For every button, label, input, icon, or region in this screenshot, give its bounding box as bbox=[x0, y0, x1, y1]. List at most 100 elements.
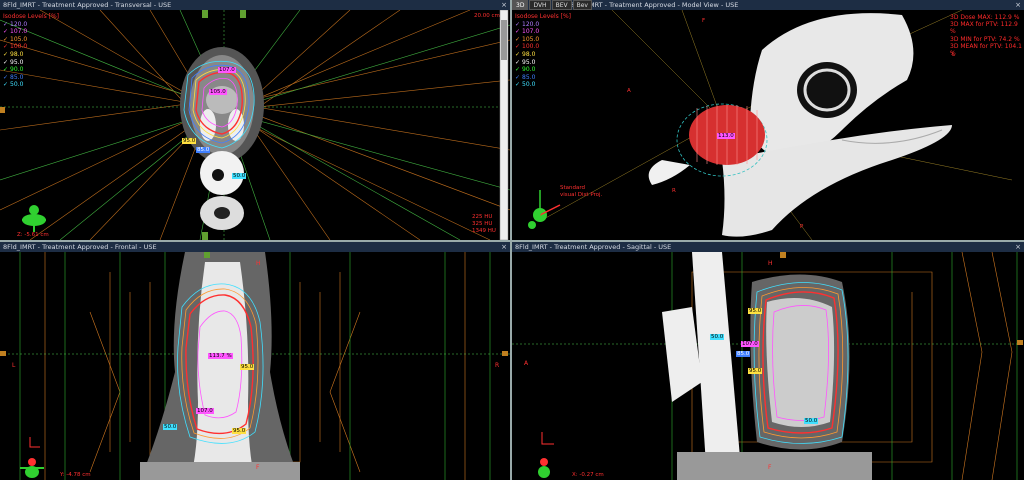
checkbox-icon[interactable]: ✓ bbox=[515, 21, 520, 29]
dose-statistics: 3D Dose MAX: 112.9 % 3D MAX for PTV: 112… bbox=[950, 14, 1024, 57]
side-label-r: R bbox=[672, 188, 676, 194]
sagittal-image[interactable] bbox=[512, 252, 1024, 480]
isodose-level-105.0[interactable]: ✓ 105.0 bbox=[515, 36, 571, 44]
viewport-model-view[interactable]: 8Fld_IMRT - Treatment Approved - Model V… bbox=[512, 0, 1024, 240]
isodose-value: 50.0 bbox=[10, 81, 24, 89]
tab-dvh[interactable]: DVH bbox=[529, 0, 551, 10]
contour-label: 107.0 bbox=[741, 341, 759, 347]
close-icon[interactable]: × bbox=[501, 0, 507, 10]
isodose-value: 100.0 bbox=[10, 43, 28, 51]
hu-value: 225 HU bbox=[472, 214, 493, 220]
isodose-value: 50.0 bbox=[522, 81, 536, 89]
tab-3d[interactable]: 3D bbox=[512, 0, 529, 10]
isodose-level-107.0[interactable]: ✓ 107.0 bbox=[515, 28, 571, 36]
isodose-level-100.0[interactable]: ✓ 100.0 bbox=[515, 43, 571, 51]
side-label-left: L bbox=[12, 362, 16, 369]
checkbox-icon[interactable]: ✓ bbox=[515, 74, 520, 82]
isodose-level-85.0[interactable]: ✓ 85.0 bbox=[3, 74, 59, 82]
contour-label: 107.0 bbox=[218, 67, 236, 73]
checkbox-icon[interactable]: ✓ bbox=[3, 51, 8, 59]
legend-header: Isodose Levels [%] bbox=[515, 13, 572, 20]
side-label-top: H bbox=[768, 260, 773, 267]
isodose-level-85.0[interactable]: ✓ 85.0 bbox=[515, 74, 571, 82]
checkbox-icon[interactable]: ✓ bbox=[515, 81, 520, 89]
side-label-right: R bbox=[495, 362, 500, 369]
isodose-value: 95.0 bbox=[522, 58, 536, 66]
checkbox-icon[interactable]: ✓ bbox=[3, 66, 8, 74]
ptv-max: 3D MAX for PTV: 112.9 % bbox=[950, 21, 1018, 36]
checkbox-icon[interactable]: ✓ bbox=[515, 43, 520, 51]
contour-label: 105.0 bbox=[209, 89, 227, 95]
transversal-image[interactable] bbox=[0, 10, 510, 240]
title-text: 8Fld_IMRT - Treatment Approved - Model V… bbox=[570, 1, 739, 9]
contour-label: 95.0 bbox=[232, 428, 247, 434]
viewport-sagittal[interactable]: 8Fld_IMRT - Treatment Approved - Sagitta… bbox=[512, 242, 1024, 480]
checkbox-icon[interactable]: ✓ bbox=[515, 59, 520, 67]
isodose-value: 85.0 bbox=[522, 73, 536, 81]
isodose-level-120.0[interactable]: ✓ 120.0 bbox=[515, 21, 571, 29]
isodose-value: 105.0 bbox=[522, 35, 540, 43]
checkbox-icon[interactable]: ✓ bbox=[515, 28, 520, 36]
hu-value: 1349 HU bbox=[472, 228, 496, 234]
view-tabs: 3D DVH BEV Bev bbox=[512, 0, 593, 10]
tab-bev-2[interactable]: Bev bbox=[572, 0, 592, 10]
checkbox-icon[interactable]: ✓ bbox=[3, 36, 8, 44]
viewport-title: 8Fld_IMRT - Treatment Approved - Frontal… bbox=[0, 242, 510, 252]
isodose-level-90.0[interactable]: ✓ 90.0 bbox=[3, 66, 59, 74]
isodose-level-50.0[interactable]: ✓ 50.0 bbox=[3, 81, 59, 89]
contour-label: 50.0 bbox=[710, 334, 725, 340]
contour-label: 113.0 bbox=[717, 133, 735, 139]
checkbox-icon[interactable]: ✓ bbox=[3, 43, 8, 51]
isodose-level-120.0[interactable]: ✓ 120.0 bbox=[3, 21, 59, 29]
viewport-title: 8Fld_IMRT - Treatment Approved - Transve… bbox=[0, 0, 510, 10]
isodose-legend: Isodose Levels [%] ✓ 120.0 ✓ 107.0 ✓ 105.0 ✓ 10… bbox=[3, 13, 59, 89]
close-icon[interactable]: × bbox=[501, 242, 507, 252]
checkbox-icon[interactable]: ✓ bbox=[3, 81, 8, 89]
tab-bev[interactable]: BEV bbox=[551, 0, 572, 10]
viewport-transversal[interactable]: 8Fld_IMRT - Treatment Approved - Transve… bbox=[0, 0, 510, 240]
isodose-level-95.0[interactable]: ✓ 95.0 bbox=[515, 59, 571, 67]
checkbox-icon[interactable]: ✓ bbox=[515, 51, 520, 59]
checkbox-icon[interactable]: ✓ bbox=[515, 36, 520, 44]
dose-max: 3D Dose MAX: 112.9 % bbox=[950, 14, 1020, 21]
checkbox-icon[interactable]: ✓ bbox=[3, 21, 8, 29]
isodose-level-90.0[interactable]: ✓ 90.0 bbox=[515, 66, 571, 74]
title-text: 8Fld_IMRT - Treatment Approved - Transve… bbox=[3, 1, 172, 9]
isodose-level-50.0[interactable]: ✓ 50.0 bbox=[515, 81, 571, 89]
isodose-value: 90.0 bbox=[10, 66, 24, 74]
contour-label: 107.0 bbox=[196, 408, 214, 414]
side-label-left: A bbox=[524, 360, 529, 367]
contour-label: 95.0 bbox=[182, 138, 197, 144]
side-label-p: P bbox=[800, 224, 804, 230]
contour-label: 95.0 bbox=[240, 364, 255, 370]
scale-label: 20.00 cm bbox=[474, 13, 500, 19]
close-icon[interactable]: × bbox=[1015, 242, 1021, 252]
viewport-title: 8Fld_IMRT - Treatment Approved - Sagitta… bbox=[512, 242, 1024, 252]
isodose-level-107.0[interactable]: ✓ 107.0 bbox=[3, 28, 59, 36]
side-label-bottom: F bbox=[256, 464, 260, 471]
checkbox-icon[interactable]: ✓ bbox=[3, 28, 8, 36]
isodose-level-100.0[interactable]: ✓ 100.0 bbox=[3, 43, 59, 51]
ptv-mean: 3D MEAN for PTV: 104.1 % bbox=[950, 42, 1022, 58]
checkbox-icon[interactable]: ✓ bbox=[3, 59, 8, 67]
frontal-image[interactable] bbox=[0, 252, 510, 480]
checkbox-icon[interactable]: ✓ bbox=[515, 66, 520, 74]
hu-readout: 225 HU 325 HU 1349 HU bbox=[472, 214, 496, 235]
isodose-level-98.0[interactable]: ✓ 98.0 bbox=[515, 51, 571, 59]
isodose-level-105.0[interactable]: ✓ 105.0 bbox=[3, 36, 59, 44]
close-icon[interactable]: × bbox=[1015, 0, 1021, 10]
legend-header: Isodose Levels [%] bbox=[3, 13, 60, 20]
isodose-value: 120.0 bbox=[522, 20, 540, 28]
orientation-manikin-icon bbox=[20, 458, 44, 478]
isodose-level-98.0[interactable]: ✓ 98.0 bbox=[3, 51, 59, 59]
isodose-value: 98.0 bbox=[522, 50, 536, 58]
isodose-value: 107.0 bbox=[522, 28, 540, 36]
side-label-f: F bbox=[702, 18, 706, 24]
viewport-frontal[interactable]: 8Fld_IMRT - Treatment Approved - Frontal… bbox=[0, 242, 510, 480]
model-3d-render[interactable] bbox=[512, 10, 1024, 240]
view-mode-label: Standard visual Dist Proj. bbox=[560, 185, 603, 198]
isodose-level-95.0[interactable]: ✓ 95.0 bbox=[3, 59, 59, 67]
checkbox-icon[interactable]: ✓ bbox=[3, 74, 8, 82]
side-label-l: L bbox=[952, 52, 956, 58]
isodose-legend: Isodose Levels [%] ✓ 120.0 ✓ 107.0 ✓ 105.0 ✓ 10… bbox=[515, 13, 571, 89]
